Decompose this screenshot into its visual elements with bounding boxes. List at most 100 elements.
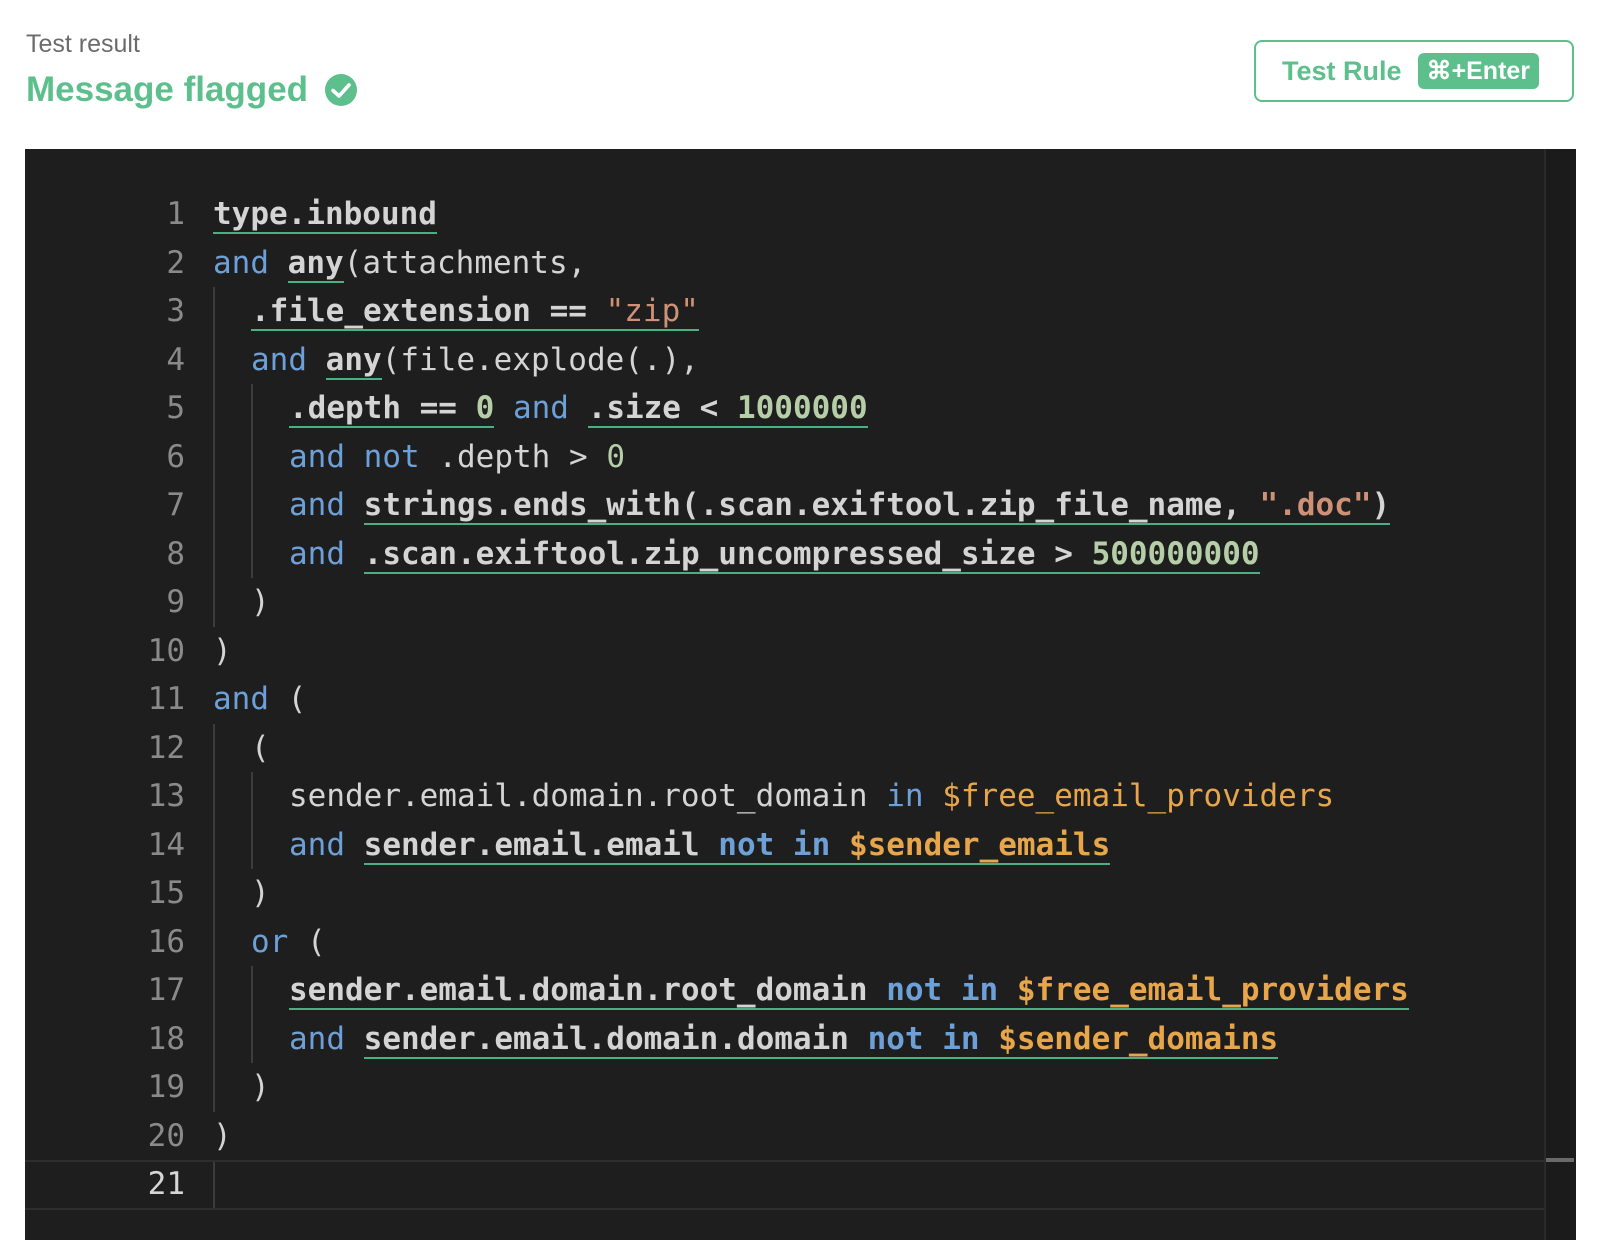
line-number: 8 [166,535,185,572]
line-number: 15 [147,875,185,911]
code-line[interactable]: ) [251,875,270,911]
code-line[interactable]: .file_extension == "zip" [251,293,699,331]
line-number: 1 [166,196,185,232]
code-line[interactable]: type.inbound [213,196,437,234]
code-token: sender.email.domain.root_domain [289,778,887,814]
code-editor[interactable]: 1 2 3 4 5 6 7 8 9 10 11 12 13 14 15 16 17 18 19 20 21 type.i… [25,149,1574,1240]
shortcut-badge: ⌘+Enter [1417,53,1540,89]
code-token: ( [269,681,307,717]
code-token: .scan.exiftool.zip_uncompressed_size > [363,535,1092,574]
code-token: ) [251,1069,270,1105]
line-number: 13 [147,778,185,814]
line-number: 16 [147,923,185,960]
test-rule-label: Test Rule [1282,55,1402,86]
code-line[interactable]: sender.email.domain.root_domain in $free… [289,778,1334,814]
code-token: .depth > [419,438,607,475]
code-line[interactable]: ) [213,1118,232,1154]
line-number: 5 [166,390,185,426]
indent-guide [251,772,253,869]
code-token: sender.email.email [363,826,719,865]
code-token: 0 [475,390,495,428]
code-line[interactable]: or ( [251,924,326,960]
code-token: and [289,487,345,523]
line-number: 9 [166,584,185,620]
indent-guide [251,966,253,1063]
code-line[interactable]: .depth == 0 and .size < 1000000 [289,390,868,428]
test-result-status: Message flagged [26,70,358,110]
code-line[interactable]: ) [213,633,232,669]
code-token: 500000000 [1091,535,1260,574]
code-token: not [363,438,420,475]
code-token: $sender_emails [848,826,1111,865]
line-number: 12 [147,729,185,766]
code-token: ) [1371,487,1391,525]
line-number: 4 [166,341,185,378]
indent-guide [213,287,215,627]
code-token: ) [251,584,270,620]
code-token: any [325,341,382,380]
code-line[interactable]: and any(attachments, [213,244,587,283]
code-token: .depth == [289,390,476,428]
code-token: and [251,341,307,378]
line-number: 2 [166,244,185,281]
code-token: strings.ends_with(.scan.exiftool.zip_fil… [363,487,1260,525]
line-number: 11 [147,681,185,717]
code-line[interactable]: and sender.email.domain.domain not in $s… [289,1020,1279,1059]
code-token: and [289,1020,345,1057]
code-token: 0 [606,438,625,475]
editor-scrollbar[interactable] [1544,149,1576,1240]
indent-guide [251,384,253,578]
code-token: ".doc" [1259,487,1372,525]
code-token: ) [213,632,232,669]
code-token: or [251,923,289,960]
line-number: 14 [147,826,185,863]
code-token: type.inbound [213,196,437,234]
code-line[interactable]: and ( [213,681,306,717]
code-token: .size < [587,390,737,428]
code-token: $free_email_providers [1016,972,1409,1010]
line-number: 10 [147,632,185,669]
code-token: $sender_domains [998,1020,1279,1059]
code-token: ( [251,729,270,766]
code-line[interactable]: ) [251,584,270,620]
current-line-highlight [25,1160,1544,1210]
code-token: (file.explode(.), [381,341,699,378]
code-token: not in [886,972,1017,1010]
test-rule-button[interactable]: Test Rule ⌘+Enter [1254,40,1574,102]
code-line[interactable]: and not .depth > 0 [289,439,625,475]
line-number: 18 [147,1020,185,1057]
line-number: 7 [166,487,185,523]
scrollbar-thumb[interactable] [1546,1158,1574,1162]
status-text: Message flagged [26,70,309,109]
code-line[interactable]: and .scan.exiftool.zip_uncompressed_size… [289,535,1260,574]
code-token: (attachments, [343,244,587,281]
line-number: 17 [147,972,185,1008]
code-token: ( [288,923,326,960]
code-token: sender.email.domain.domain [363,1020,868,1059]
line-number: 3 [166,293,185,329]
code-token: and [213,681,269,717]
code-line[interactable]: and strings.ends_with(.scan.exiftool.zip… [289,487,1391,525]
code-token: ) [251,875,270,911]
code-token: and [289,826,345,863]
code-token: .file_extension == [251,293,606,331]
code-line[interactable]: and any(file.explode(.), [251,341,699,380]
code-line[interactable]: ( [251,730,270,766]
code-token: $free_email_providers [942,778,1335,814]
code-line[interactable]: and sender.email.email not in $sender_em… [289,826,1111,865]
code-token: in [886,778,924,814]
test-result-label: Test result [26,30,140,58]
code-line[interactable]: ) [251,1069,270,1105]
line-number: 19 [147,1069,185,1105]
code-token: not in [867,1020,999,1059]
code-line[interactable]: sender.email.domain.root_domain not in $… [289,972,1409,1010]
